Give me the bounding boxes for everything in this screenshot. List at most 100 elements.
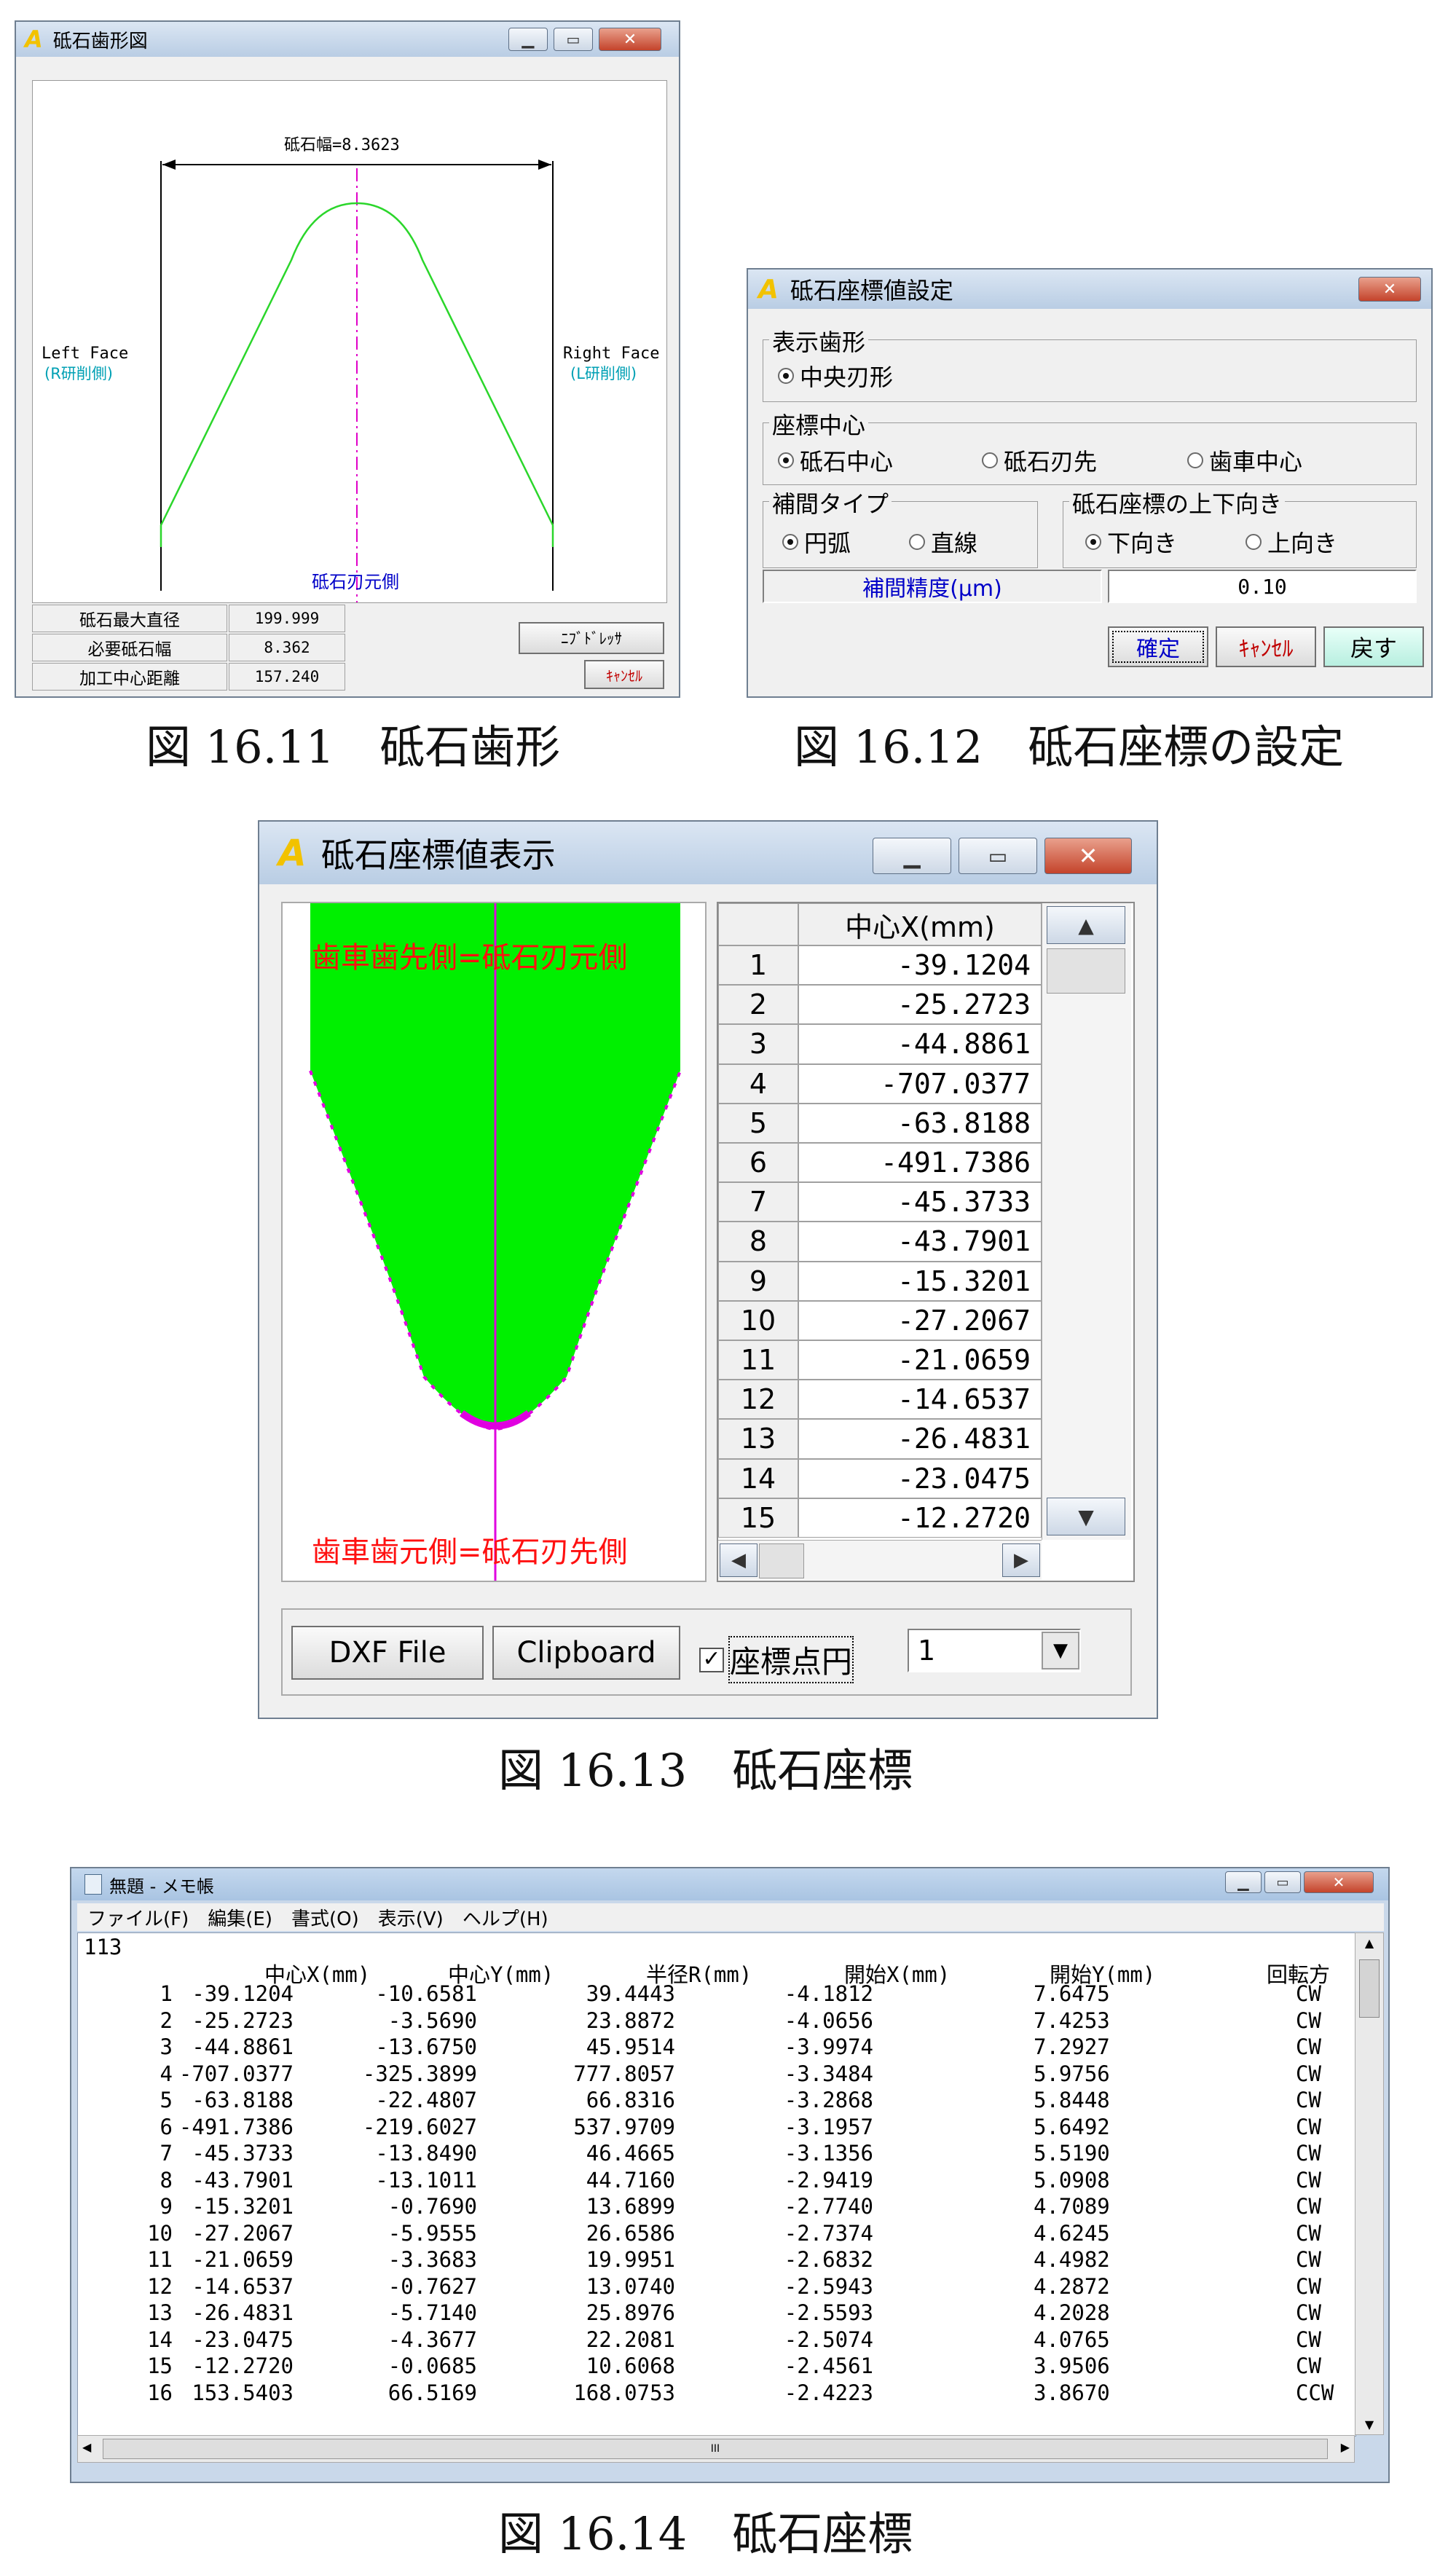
grid-cell-center-x[interactable]: -491.7386 — [798, 1143, 1042, 1183]
minimize-button[interactable]: ▁ — [508, 28, 548, 51]
dxf-file-button[interactable]: DXF File — [291, 1626, 484, 1680]
ok-button[interactable]: 確定 — [1108, 626, 1208, 667]
grid-cell-center-x[interactable]: -27.2067 — [798, 1300, 1042, 1340]
text-row-value: -2.4561 — [784, 2353, 873, 2378]
text-row-value: 4.2872 — [1034, 2273, 1110, 2299]
clipboard-button[interactable]: Clipboard — [492, 1626, 680, 1680]
scroll-up-arrow-icon[interactable]: ▲ — [1355, 1936, 1383, 1950]
close-button[interactable]: ✕ — [599, 28, 661, 51]
scroll-left-arrow-icon[interactable]: ◀ — [82, 2440, 91, 2454]
grid-row-number[interactable]: 4 — [718, 1063, 798, 1104]
grid-row-number[interactable]: 9 — [718, 1261, 798, 1301]
circle-size-select[interactable]: 1 ▼ — [908, 1629, 1081, 1672]
grid-row-number[interactable]: 1 — [718, 945, 798, 986]
precision-label: 補間精度(μm) — [763, 570, 1102, 603]
grid-row-number[interactable]: 14 — [718, 1458, 798, 1498]
text-row-value: -2.5074 — [784, 2327, 873, 2352]
minimize-button[interactable]: ▁ — [1225, 1871, 1262, 1893]
text-row-value: -2.9419 — [784, 2167, 873, 2193]
grid-cell-center-x[interactable]: -43.7901 — [798, 1222, 1042, 1262]
menu-view[interactable]: 表示(V) — [378, 1904, 444, 1931]
grid-cell-center-x[interactable]: -45.3733 — [798, 1182, 1042, 1222]
close-button[interactable]: ✕ — [1044, 838, 1132, 874]
grid-cell-center-x[interactable]: -44.8861 — [798, 1024, 1042, 1064]
text-row-value: -43.7901 — [192, 2167, 294, 2193]
center-option-0[interactable]: 砥石中心 — [778, 444, 893, 477]
grid-row-number[interactable]: 15 — [718, 1498, 798, 1538]
grid-vscrollbar[interactable]: ▲ ▼ — [1042, 903, 1131, 1540]
radio-dot — [778, 368, 794, 384]
display-option-radio[interactable]: 中央刃形 — [778, 359, 893, 393]
menu-file[interactable]: ファイル(F) — [87, 1904, 189, 1931]
grid-cell-center-x[interactable]: -14.6537 — [798, 1380, 1042, 1420]
fig11-cancel-button[interactable]: ｷｬﾝｾﾙ — [584, 660, 664, 689]
grid-row-number[interactable]: 2 — [718, 985, 798, 1025]
scroll-right-arrow-icon[interactable]: ▶ — [1341, 2440, 1350, 2454]
grid-row-number[interactable]: 13 — [718, 1419, 798, 1459]
grid-row-number[interactable]: 10 — [718, 1300, 798, 1340]
direction-option-0[interactable]: 下向き — [1085, 525, 1177, 559]
menu-edit[interactable]: 編集(E) — [208, 1904, 272, 1931]
interp-option-1[interactable]: 直線 — [909, 525, 977, 559]
notepad-vscrollbar[interactable]: ▲ ▼ — [1355, 1932, 1384, 2435]
vscroll-thumb[interactable] — [1359, 1959, 1380, 2018]
grid-cell-center-x[interactable]: -707.0377 — [798, 1063, 1042, 1104]
text-row-value: CCW — [1296, 2380, 1334, 2405]
scroll-thumb[interactable] — [1047, 948, 1125, 994]
grid-cell-center-x[interactable]: -25.2723 — [798, 985, 1042, 1025]
maximize-button[interactable]: ▭ — [1264, 1871, 1301, 1893]
text-row-value: -26.4831 — [192, 2300, 294, 2325]
text-row-value: -39.1204 — [192, 1981, 294, 2006]
fig14-title: 無題 - メモ帳 — [109, 1876, 214, 1897]
notepad-hscrollbar[interactable]: ◀ III ▶ — [77, 2435, 1355, 2463]
grid-cell-center-x[interactable]: -26.4831 — [798, 1419, 1042, 1459]
text-row-value: 46.4665 — [586, 2141, 675, 2166]
scroll-left-button[interactable]: ◀ — [720, 1543, 757, 1577]
scroll-up-button[interactable]: ▲ — [1047, 906, 1125, 944]
maximize-button[interactable]: ▭ — [554, 28, 593, 51]
grid-cell-center-x[interactable]: -23.0475 — [798, 1458, 1042, 1498]
coordinate-circle-checkbox[interactable]: ✓ 座標点円 — [699, 1636, 854, 1683]
interp-option-0[interactable]: 円弧 — [782, 525, 851, 559]
notepad-text-area[interactable]: 113 中心X(mm) 中心Y(mm) 半径R(mm) 開始X(mm) 開始Y(mm) 回… — [77, 1932, 1356, 2437]
grid-cell-center-x[interactable]: -39.1204 — [798, 945, 1042, 986]
grid-cell-center-x[interactable]: -63.8188 — [798, 1103, 1042, 1143]
center-option-1[interactable]: 砥石刃先 — [982, 444, 1097, 477]
grid-row-number[interactable]: 8 — [718, 1222, 798, 1262]
hscroll-thumb[interactable] — [759, 1543, 804, 1578]
text-row-value: CW — [1296, 2167, 1321, 2193]
direction-option-1[interactable]: 上向き — [1246, 525, 1337, 559]
grid-cell-center-x[interactable]: -12.2720 — [798, 1498, 1042, 1538]
maximize-button[interactable]: ▭ — [959, 838, 1037, 874]
scroll-down-button[interactable]: ▼ — [1047, 1498, 1125, 1535]
grid-row-number[interactable]: 7 — [718, 1182, 798, 1222]
fig12-cancel-button[interactable]: ｷｬﾝｾﾙ — [1216, 626, 1316, 667]
grid-row-number[interactable]: 6 — [718, 1143, 798, 1183]
hscroll-thumb[interactable]: III — [103, 2439, 1328, 2459]
center-option-2[interactable]: 歯車中心 — [1187, 444, 1302, 477]
precision-input[interactable]: 0.10 — [1108, 570, 1417, 603]
scroll-right-button[interactable]: ▶ — [1002, 1543, 1040, 1577]
grid-row-number[interactable]: 12 — [718, 1380, 798, 1420]
menu-help[interactable]: ヘルプ(H) — [463, 1904, 548, 1931]
grid-hscrollbar[interactable]: ◀ ▶ — [718, 1540, 1042, 1580]
menu-format[interactable]: 書式(O) — [291, 1904, 359, 1931]
dropdown-arrow-icon[interactable]: ▼ — [1042, 1632, 1079, 1670]
close-button[interactable]: ✕ — [1358, 277, 1421, 302]
grid-row-number[interactable]: 3 — [718, 1024, 798, 1064]
app-logo-icon: A — [278, 832, 307, 874]
text-row-value: CW — [1296, 2141, 1321, 2166]
grid-cell-center-x[interactable]: -15.3201 — [798, 1261, 1042, 1301]
text-header-cell: 開始X(mm) — [844, 1962, 951, 1987]
grid-cell-center-x[interactable]: -21.0659 — [798, 1340, 1042, 1380]
minimize-button[interactable]: ▁ — [873, 838, 951, 874]
grid-row-number[interactable]: 11 — [718, 1340, 798, 1380]
text-row-value: -2.5593 — [784, 2300, 873, 2325]
back-button[interactable]: 戻す — [1323, 626, 1424, 667]
grid-row-number[interactable]: 5 — [718, 1103, 798, 1143]
interp-option-label: 円弧 — [804, 530, 851, 557]
close-button[interactable]: ✕ — [1304, 1871, 1374, 1893]
dresser-button[interactable]: ﾆﾌﾞﾄﾞﾚｯｻ — [519, 622, 664, 654]
fig11-profile-drawing — [160, 160, 554, 602]
scroll-down-arrow-icon[interactable]: ▼ — [1355, 2418, 1383, 2431]
